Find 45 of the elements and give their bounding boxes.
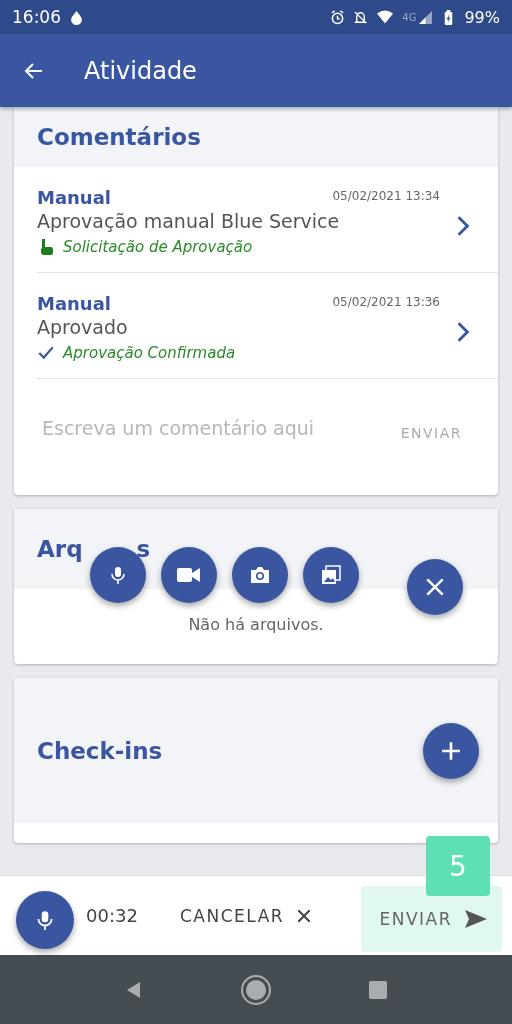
send-icon — [464, 908, 488, 929]
section-title: Comentários — [37, 124, 201, 150]
close-icon — [424, 576, 446, 598]
send-button[interactable]: ENVIAR — [361, 885, 502, 952]
empty-message: Não há arquivos. — [187, 614, 325, 636]
close-icon — [296, 907, 313, 924]
drop-icon — [69, 9, 84, 25]
comment-status: Solicitação de Aprovação — [63, 238, 253, 256]
comment-author: Manual — [37, 187, 111, 208]
comment-text: Aprovado — [37, 316, 129, 338]
recents-icon[interactable] — [368, 979, 388, 1000]
gallery-icon — [321, 565, 341, 585]
video-camera-icon — [177, 567, 201, 583]
muted-bell-icon — [353, 9, 369, 25]
alarm-icon — [330, 9, 346, 25]
comment-date: 05/02/2021 13:36 — [332, 295, 440, 309]
comment-input-field[interactable]: Escreva um comentário aqui — [40, 416, 401, 440]
plus-icon — [440, 739, 462, 762]
chevron-right-icon — [456, 320, 470, 343]
cancel-button[interactable]: CANCELAR — [174, 897, 319, 934]
microphone-button[interactable] — [16, 890, 74, 949]
clock-time: 16:06 — [12, 7, 61, 27]
comment-item[interactable]: Manual 05/02/2021 13:36 Aprovado Aprovação Confirmada — [37, 273, 498, 379]
checkmark-icon — [37, 344, 55, 362]
network-label: 4G — [402, 11, 417, 23]
camera-icon — [249, 566, 271, 584]
back-arrow-icon[interactable] — [24, 60, 44, 81]
microphone-icon — [108, 565, 128, 585]
recording-duration: 00:32 — [86, 905, 139, 926]
comment-date: 05/02/2021 13:34 — [332, 189, 440, 203]
wifi-icon — [376, 9, 395, 25]
signal-icon — [418, 9, 434, 25]
chevron-right-icon — [456, 214, 470, 237]
battery-percent: 99% — [464, 7, 500, 27]
add-button[interactable] — [423, 722, 479, 779]
comment-author: Manual — [37, 293, 111, 314]
comment-text: Aprovação manual Blue Service — [37, 210, 341, 232]
section-title-fragment: s — [136, 536, 151, 562]
home-icon[interactable] — [240, 973, 272, 1006]
section-title: Check-ins — [37, 737, 163, 764]
section-title-fragment: Arq — [37, 536, 83, 562]
comment-item[interactable]: Manual 05/02/2021 13:34 Aprovação manual Blue Service Solicitação de Aprovação — [37, 167, 498, 273]
comment-status: Aprovação Confirmada — [63, 344, 236, 362]
screen-title: Atividade — [84, 56, 197, 85]
count-badge: 5 — [426, 836, 490, 896]
